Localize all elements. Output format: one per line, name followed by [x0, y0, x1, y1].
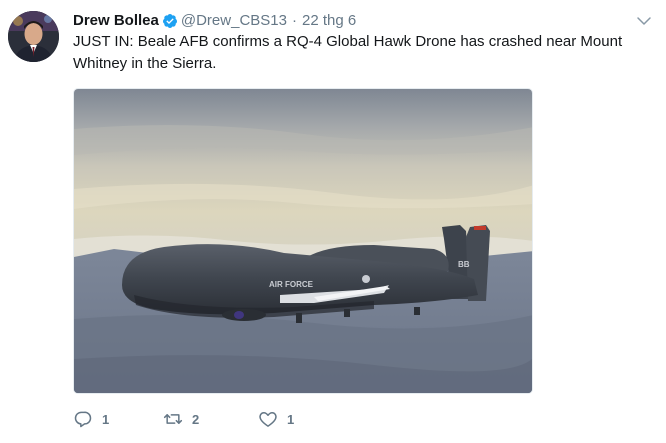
tweet-header: Drew Bollea @Drew_CBS13 · 22 thg 6: [73, 11, 356, 31]
avatar[interactable]: [8, 11, 59, 62]
author-display-name[interactable]: Drew Bollea: [73, 11, 159, 31]
tail-marking: BB: [458, 260, 470, 269]
tweet-text: JUST IN: Beale AFB confirms a RQ-4 Globa…: [73, 33, 623, 72]
reply-button[interactable]: 1: [73, 409, 163, 429]
like-count: 1: [287, 411, 295, 427]
author-handle[interactable]: @Drew_CBS13: [181, 11, 287, 31]
tweet-media[interactable]: BB AIR FORCE: [73, 88, 533, 394]
chevron-down-icon[interactable]: [635, 12, 653, 30]
tweet-actions: 1 2 1: [73, 405, 348, 433]
reply-icon: [73, 409, 93, 429]
reply-count: 1: [102, 411, 110, 427]
avatar-image: [8, 11, 59, 62]
retweet-button[interactable]: 2: [163, 409, 258, 429]
header-separator: ·: [291, 12, 297, 29]
fuselage-marking: AIR FORCE: [269, 280, 314, 289]
verified-badge-icon: [162, 13, 178, 29]
heart-icon: [258, 409, 278, 429]
tweet-card[interactable]: Drew Bollea @Drew_CBS13 · 22 thg 6 JUST …: [0, 0, 666, 443]
tweet-timestamp[interactable]: 22 thg 6: [302, 11, 356, 31]
retweet-count: 2: [192, 411, 200, 427]
like-button[interactable]: 1: [258, 409, 348, 429]
retweet-icon: [163, 409, 183, 429]
drone-photo: BB AIR FORCE: [74, 89, 532, 393]
